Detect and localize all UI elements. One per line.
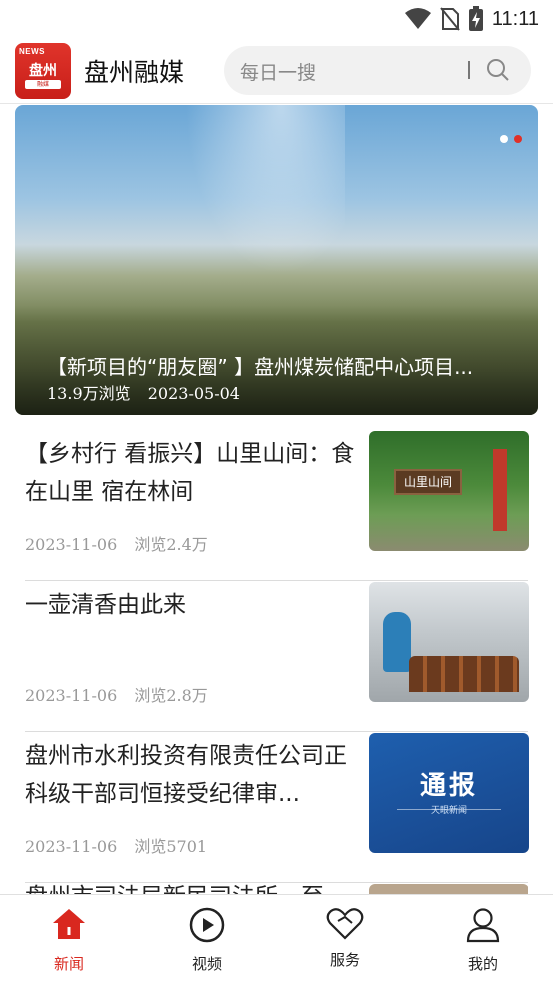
play-icon	[189, 907, 225, 943]
news-title: 一壶清香由此来	[25, 592, 186, 618]
news-item[interactable]: 一壶清香由此来 2023-11-06 浏览2.8万	[25, 582, 529, 732]
news-item[interactable]: 盘州市水利投资有限责任公司正科级干部司恒接受纪律审... 2023-11-06 …	[25, 733, 529, 883]
user-icon	[466, 908, 500, 943]
news-views: 浏览2.4万	[134, 535, 208, 554]
logo-main-text: 盘州	[29, 63, 57, 79]
banner-meta: 13.9万浏览 2023-05-04	[47, 380, 240, 404]
thumbnail-headline: 通报	[419, 771, 478, 801]
logo-news-text: NEWS	[19, 47, 45, 56]
bottom-tab-bar: 新闻 视频 服务 我的	[0, 894, 553, 983]
tab-news[interactable]: 新闻	[0, 895, 138, 983]
news-views: 浏览2.8万	[134, 686, 208, 705]
carousel-dot	[500, 135, 508, 143]
news-thumbnail: 山里山间	[369, 431, 529, 551]
tab-services[interactable]: 服务	[276, 895, 414, 983]
app-title: 盘州融媒	[84, 58, 185, 87]
search-bar[interactable]: 每日一搜	[224, 46, 531, 95]
home-icon	[53, 909, 85, 939]
banner-title: 【新项目的“朋友圈” 】盘州煤炭储配中心项目...	[47, 355, 474, 379]
thumbnail-sign-text: 山里山间	[394, 469, 462, 495]
tab-label: 新闻	[53, 955, 84, 973]
news-meta: 2023-11-06 浏览2.8万	[25, 682, 208, 706]
tab-label: 我的	[467, 955, 498, 973]
search-placeholder: 每日一搜	[240, 62, 317, 84]
app-header: NEWS 盘州 融媒 盘州融媒 每日一搜	[0, 38, 553, 104]
tab-label: 视频	[191, 955, 222, 973]
thumbnail-source: 天眼新闻	[430, 806, 467, 816]
status-bar: 11:11	[0, 0, 553, 38]
app-logo[interactable]: NEWS 盘州 融媒	[15, 43, 71, 99]
news-meta: 2023-11-06 浏览2.4万	[25, 531, 208, 555]
tab-video[interactable]: 视频	[138, 895, 276, 983]
news-item[interactable]: 【乡村行 看振兴】山里山间：食在山里 宿在林间 2023-11-06 浏览2.4…	[25, 431, 529, 581]
battery-charging-icon	[468, 6, 483, 31]
banner-date: 2023-05-04	[147, 384, 240, 403]
banner-carousel[interactable]: 【新项目的“朋友圈” 】盘州煤炭储配中心项目... 13.9万浏览 2023-0…	[15, 105, 538, 415]
carousel-indicator	[500, 135, 522, 143]
news-thumbnail	[369, 582, 529, 702]
news-date: 2023-11-06	[25, 535, 118, 554]
search-icon[interactable]	[486, 58, 510, 82]
news-date: 2023-11-06	[25, 837, 118, 856]
no-sim-icon	[440, 7, 460, 31]
carousel-dot-active	[514, 135, 522, 143]
wifi-icon	[404, 8, 431, 29]
news-title: 盘州市水利投资有限责任公司正科级干部司恒接受纪律审...	[25, 743, 347, 807]
news-title: 【乡村行 看振兴】山里山间：食在山里 宿在林间	[25, 441, 355, 505]
clock: 11:11	[491, 7, 539, 30]
news-thumbnail: 通报 天眼新闻	[369, 733, 529, 853]
news-views: 浏览5701	[134, 837, 208, 856]
news-date: 2023-11-06	[25, 686, 118, 705]
tab-mine[interactable]: 我的	[414, 895, 552, 983]
search-divider	[468, 61, 470, 79]
news-meta: 2023-11-06 浏览5701	[25, 833, 207, 857]
heart-icon	[326, 908, 364, 940]
logo-sub-text: 融媒	[25, 80, 61, 89]
banner-views: 13.9万浏览	[47, 384, 131, 403]
tab-label: 服务	[329, 951, 360, 969]
